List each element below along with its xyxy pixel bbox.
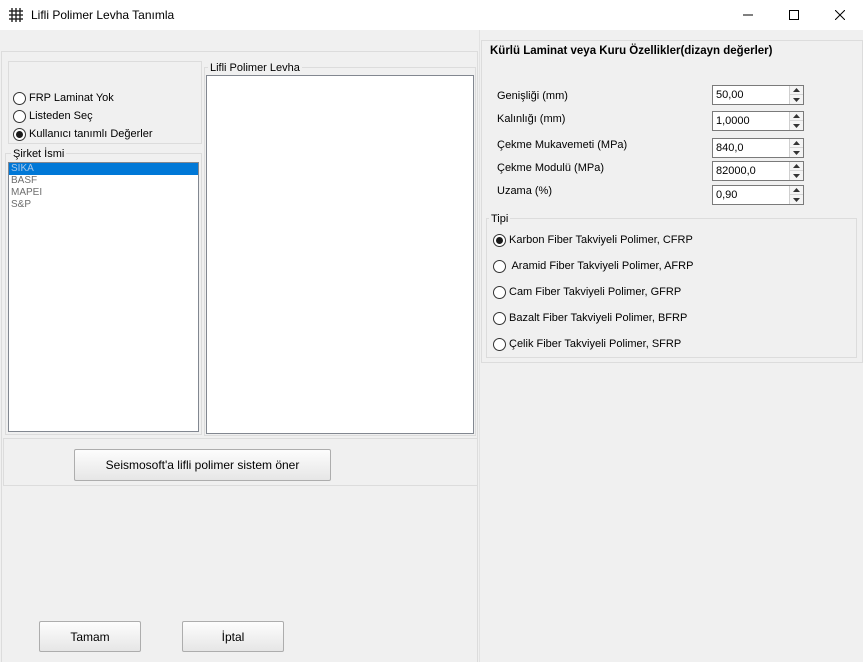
arrow-up-icon [793, 141, 800, 145]
laminate-group-title: Lifli Polimer Levha [208, 62, 302, 74]
company-group-title: Şirket İsmi [11, 148, 67, 160]
spin-up-button[interactable] [790, 186, 803, 195]
width-spinbox[interactable]: 50,00 [712, 85, 804, 105]
maximize-button[interactable] [771, 0, 817, 30]
tensile-strength-spinbox[interactable]: 840,0 [712, 138, 804, 158]
window-title: Lifli Polimer Levha Tanımla [31, 8, 175, 22]
radio-label: Çelik Fiber Takviyeli Polimer, SFRP [509, 338, 682, 350]
radio-indicator [493, 337, 506, 351]
arrow-down-icon [793, 173, 800, 178]
radio-indicator [13, 109, 26, 123]
radio-indicator [493, 311, 506, 325]
elongation-label: Uzama (%) [497, 185, 553, 197]
spin-up-button[interactable] [790, 162, 803, 171]
close-icon [835, 10, 845, 20]
ok-button[interactable]: Tamam [39, 621, 141, 652]
arrow-up-icon [793, 164, 800, 168]
arrow-down-icon [793, 97, 800, 102]
close-button[interactable] [817, 0, 863, 30]
minimize-icon [743, 14, 753, 16]
radio-indicator [13, 91, 26, 105]
arrow-down-icon [793, 123, 800, 128]
radio-frp-from-list[interactable]: Listeden Seç [13, 108, 93, 124]
spin-down-button[interactable] [790, 171, 803, 180]
radio-cfrp[interactable]: Karbon Fiber Takviyeli Polimer, CFRP [493, 232, 693, 248]
laminate-list[interactable] [206, 75, 474, 434]
radio-indicator [493, 233, 506, 247]
radio-indicator [493, 285, 506, 299]
elongation-spinbox[interactable]: 0,90 [712, 185, 804, 205]
radio-indicator [493, 259, 506, 273]
app-icon [8, 7, 24, 23]
arrow-up-icon [793, 114, 800, 118]
list-item-basf[interactable]: BASF [9, 175, 198, 187]
company-list[interactable]: SIKA BASF MAPEI S&P [8, 162, 199, 432]
radio-label: Karbon Fiber Takviyeli Polimer, CFRP [509, 234, 693, 246]
minimize-button[interactable] [725, 0, 771, 30]
panel-divider [479, 30, 480, 662]
spin-down-button[interactable] [790, 95, 803, 104]
radio-indicator [13, 127, 26, 141]
type-group-title: Tipi [489, 213, 511, 225]
radio-afrp[interactable]: Aramid Fiber Takviyeli Polimer, AFRP [493, 258, 693, 274]
elongation-value: 0,90 [716, 189, 738, 201]
width-label: Genişliği (mm) [497, 90, 568, 102]
spin-down-button[interactable] [790, 121, 803, 130]
radio-frp-user-defined[interactable]: Kullanıcı tanımlı Değerler [13, 126, 153, 142]
arrow-down-icon [793, 150, 800, 155]
tensile-strength-label: Çekme Mukavemeti (MPa) [497, 139, 628, 151]
radio-label: FRP Laminat Yok [29, 92, 114, 104]
spin-up-button[interactable] [790, 139, 803, 148]
list-item-sp[interactable]: S&P [9, 199, 198, 211]
cancel-button[interactable]: İptal [182, 621, 284, 652]
thickness-spinbox[interactable]: 1,0000 [712, 111, 804, 131]
radio-sfrp[interactable]: Çelik Fiber Takviyeli Polimer, SFRP [493, 336, 681, 352]
radio-label: Kullanıcı tanımlı Değerler [29, 128, 153, 140]
thickness-value: 1,0000 [716, 115, 750, 127]
radio-label: Cam Fiber Takviyeli Polimer, GFRP [509, 286, 682, 298]
arrow-up-icon [793, 188, 800, 192]
list-item-sika[interactable]: SIKA [9, 163, 198, 175]
properties-title: Kürlü Laminat veya Kuru Özellikler(dizay… [490, 45, 773, 57]
radio-bfrp[interactable]: Bazalt Fiber Takviyeli Polimer, BFRP [493, 310, 687, 326]
radio-gfrp[interactable]: Cam Fiber Takviyeli Polimer, GFRP [493, 284, 681, 300]
maximize-icon [789, 10, 799, 20]
tensile-modulus-value: 82000,0 [716, 165, 756, 177]
title-bar: Lifli Polimer Levha Tanımla [0, 0, 863, 30]
tensile-modulus-spinbox[interactable]: 82000,0 [712, 161, 804, 181]
thickness-label: Kalınlığı (mm) [497, 113, 566, 125]
radio-label: Bazalt Fiber Takviyeli Polimer, BFRP [509, 312, 688, 324]
radio-label: Aramid Fiber Takviyeli Polimer, AFRP [509, 260, 694, 272]
spin-up-button[interactable] [790, 86, 803, 95]
radio-label: Listeden Seç [29, 110, 93, 122]
list-item-mapei[interactable]: MAPEI [9, 187, 198, 199]
arrow-up-icon [793, 88, 800, 92]
tensile-strength-value: 840,0 [716, 142, 744, 154]
radio-frp-none[interactable]: FRP Laminat Yok [13, 90, 114, 106]
spin-down-button[interactable] [790, 148, 803, 157]
spin-down-button[interactable] [790, 195, 803, 204]
arrow-down-icon [793, 197, 800, 202]
width-value: 50,00 [716, 89, 744, 101]
suggest-system-button[interactable]: Seismosoft'a lifli polimer sistem öner [74, 449, 331, 481]
spin-up-button[interactable] [790, 112, 803, 121]
tensile-modulus-label: Çekme Modulü (MPa) [497, 162, 604, 174]
